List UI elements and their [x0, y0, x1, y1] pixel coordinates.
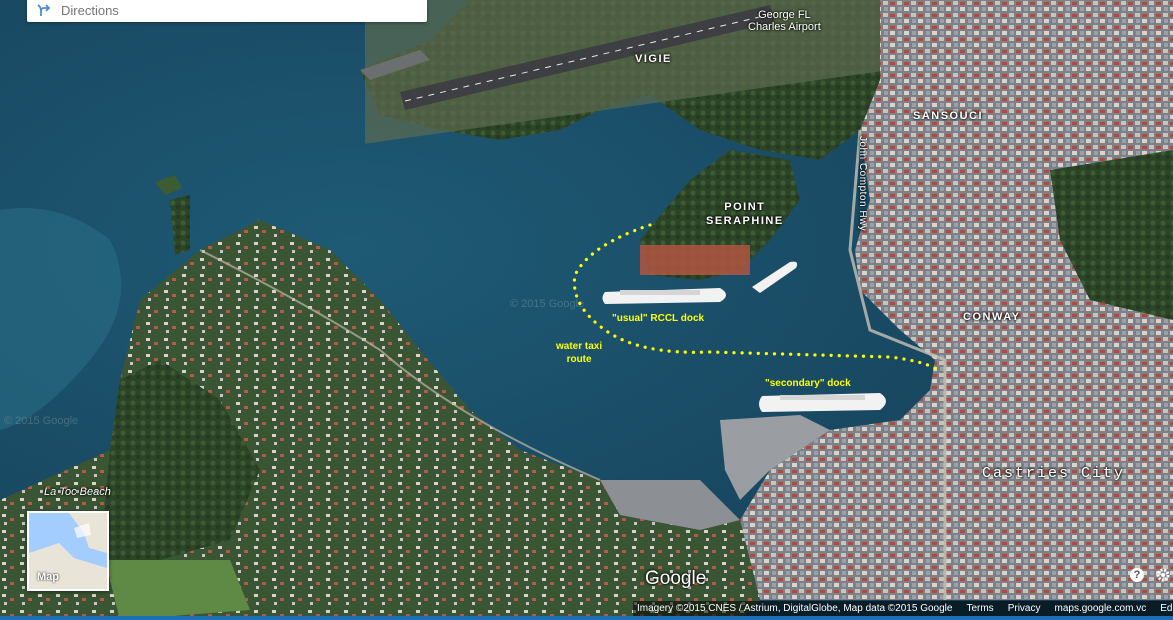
- conway-label[interactable]: CONWAY: [963, 311, 1021, 323]
- castries-city-label[interactable]: Castries City: [982, 465, 1125, 482]
- terms-link[interactable]: Terms: [966, 603, 993, 614]
- map-view-toggle[interactable]: Map: [27, 511, 109, 591]
- ship-secondary-dock: [759, 393, 886, 412]
- satellite-map[interactable]: [0, 0, 1173, 620]
- airport-label[interactable]: George FL Charles Airport: [748, 9, 821, 33]
- google-logo: Google: [645, 568, 707, 589]
- water-taxi-annotation: water taxi route: [556, 341, 603, 365]
- usual-dock-annotation: "usual" RCCL dock: [612, 313, 705, 324]
- minimap-label: Map: [37, 571, 59, 583]
- point-seraphine-label[interactable]: POINT SERAPHINE: [706, 200, 784, 228]
- ship-usual-dock: [602, 288, 726, 304]
- gear-icon[interactable]: [1155, 567, 1171, 583]
- window-bottom-strip: [0, 616, 1173, 620]
- sansouci-label[interactable]: SANSOUCI: [913, 110, 983, 122]
- privacy-link[interactable]: Privacy: [1008, 603, 1041, 614]
- help-button[interactable]: ?: [1130, 568, 1144, 582]
- imagery-watermark: © 2015 Google: [4, 415, 79, 427]
- directions-icon[interactable]: [37, 2, 53, 18]
- edit-link[interactable]: Ed: [1160, 603, 1172, 614]
- john-compton-hwy-label[interactable]: John Compton Hwy: [857, 136, 868, 231]
- directions-input[interactable]: [59, 1, 393, 19]
- vigie-label[interactable]: VIGIE: [635, 53, 672, 65]
- imagery-watermark: © 2015 Google: [510, 298, 585, 310]
- imagery-attribution: Imagery ©2015 CNES / Astrium, DigitalGlo…: [637, 603, 953, 614]
- la-toc-beach-label[interactable]: La Toc Beach: [44, 486, 111, 498]
- directions-search-box[interactable]: [27, 0, 427, 22]
- secondary-dock-annotation: "secondary" dock: [765, 378, 851, 389]
- golf-course: [105, 560, 250, 620]
- attribution-bar: Imagery ©2015 CNES / Astrium, DigitalGlo…: [633, 601, 1173, 616]
- site-link[interactable]: maps.google.com.vc: [1054, 603, 1146, 614]
- seraphine-terminal: [640, 245, 750, 275]
